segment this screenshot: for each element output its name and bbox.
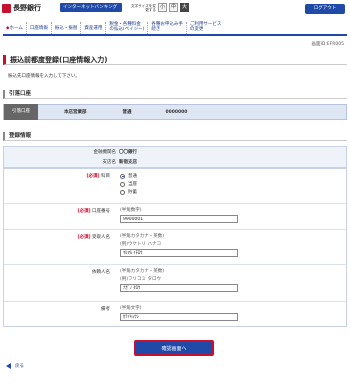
branch-name-key: 支店名 (102, 160, 117, 165)
instruction-text: 振込先口座情報を入力して下さい。 (8, 74, 80, 79)
nav-service-settings-line2: の変更 (189, 27, 204, 32)
requester-example: (例)フリコミ タロウ (120, 277, 161, 282)
nav-applications-line2: 続き (151, 27, 161, 32)
memo-key: 備考 (4, 302, 114, 326)
requester-name-input[interactable] (120, 284, 238, 292)
bank-name-row: 金融機関名 〇〇銀行 (4, 147, 346, 157)
header: 長野銀行 インターネットバンキング 文字サイズを変更する 小 中 大 ログアウト (0, 0, 350, 22)
nav-home-label: ホーム (9, 25, 23, 31)
recipient-row: [必須] 受取人名 (半角カタカナ・英数) (例)ウケトリ ハナコ (4, 230, 346, 265)
bank-logo: 長野銀行 (2, 3, 41, 13)
transfer-form: [必須] 科目 普通 当座 貯蓄 [必須] 口座番号 (半角数字) 990000… (3, 168, 347, 327)
font-size-small-button[interactable]: 小 (158, 3, 167, 12)
recipient-hint: (半角カタカナ・英数) (120, 234, 165, 239)
confirm-screen-button[interactable]: 確認画面へ (134, 340, 214, 356)
back-arrow-icon (6, 363, 11, 369)
recipient-cell: (半角カタカナ・英数) (例)ウケトリ ハナコ (114, 230, 238, 264)
debit-account-label: 引落口座 (4, 104, 38, 120)
account-number-row: [必須] 口座番号 (半角数字) (4, 204, 346, 230)
font-size-large-button[interactable]: 大 (180, 3, 189, 12)
requester-label: 依頼人名 (92, 270, 110, 275)
required-badge: [必須] (77, 235, 91, 240)
account-number-input[interactable] (120, 215, 238, 223)
registration-section-title: 登録情報 (3, 132, 347, 141)
radio-icon (120, 181, 125, 187)
bank-name: 長野銀行 (13, 4, 41, 12)
radio-selected-icon (120, 173, 125, 179)
branch-name-value: 新宿支店 (119, 160, 137, 165)
nav-service-settings[interactable]: ご利用サービス の変更 (187, 22, 225, 34)
branch-name-row: 支店名 新宿支店 (4, 157, 346, 167)
subject-option-label: 当座 (128, 182, 137, 187)
font-size-medium-button[interactable]: 中 (169, 3, 178, 12)
radio-icon (120, 189, 125, 195)
subject-option-futsu[interactable]: 普通 (120, 172, 137, 180)
account-number-cell: (半角数字) (114, 204, 238, 229)
subject-option-label: 貯蓄 (128, 190, 137, 195)
back-link-label: 戻る (15, 364, 24, 369)
internet-banking-banner: インターネットバンキング (60, 3, 122, 12)
back-link[interactable]: 戻る (6, 363, 24, 369)
recipient-name-input[interactable] (120, 249, 238, 257)
bank-name-value: 〇〇銀行 (119, 150, 137, 155)
subject-option-toza[interactable]: 当座 (120, 180, 137, 188)
subject-options: 普通 当座 貯蓄 (114, 169, 137, 203)
account-number-hint: (半角数字) (120, 208, 142, 213)
nav-home[interactable]: ◆ ホーム (3, 22, 27, 34)
memo-label: 備考 (101, 307, 110, 312)
requester-hint: (半角カタカナ・英数) (120, 269, 165, 274)
font-size-label: 文字サイズを変更する (130, 3, 156, 12)
debit-account-row: 引落口座 本店営業部 普通 0000000 (3, 104, 347, 120)
recipient-label: 受取人名 (92, 235, 110, 240)
requester-row: 依頼人名 (半角カタカナ・英数) (例)フリコミ タロウ (4, 265, 346, 302)
screen-id: 画面ID:EFR005 (311, 42, 344, 47)
nav-transfer[interactable]: 振込・振替 (52, 22, 82, 34)
memo-input[interactable] (120, 313, 238, 321)
recipient-example: (例)ウケトリ ハナコ (120, 242, 161, 247)
required-badge: [必須] (77, 209, 91, 214)
nav-applications[interactable]: 各種お申込み手 続き (148, 22, 187, 34)
required-badge: [必須] (86, 174, 100, 179)
memo-row: 備考 (半角文字) (4, 302, 346, 326)
debit-account-type: 普通 (122, 110, 132, 115)
subject-row: [必須] 科目 普通 当座 貯蓄 (4, 169, 346, 204)
font-size-switcher: 文字サイズを変更する 小 中 大 (128, 3, 189, 12)
account-number-key: [必須] 口座番号 (4, 204, 114, 229)
bank-logo-icon (2, 3, 11, 13)
debit-section-title: 引落口座 (3, 90, 347, 99)
memo-hint: (半角文字) (120, 306, 142, 311)
bank-name-key: 金融機関名 (93, 150, 117, 155)
subject-option-chochiku[interactable]: 貯蓄 (120, 188, 137, 196)
requester-cell: (半角カタカナ・英数) (例)フリコミ タロウ (114, 265, 238, 301)
debit-account-number: 0000000 (165, 109, 188, 115)
nav-account-info[interactable]: 口座情報 (27, 22, 52, 34)
nav-tax-payment[interactable]: 税金・各種料金 の払込(ペイジー) (106, 22, 149, 34)
memo-cell: (半角文字) (114, 302, 238, 326)
subject-key: [必須] 科目 (4, 169, 114, 203)
page-title: 振込前都度登録(口座情報入力) (3, 55, 347, 65)
recipient-key: [必須] 受取人名 (4, 230, 114, 264)
nav-tax-payment-line2: の払込(ペイジー) (109, 27, 145, 32)
bank-info-table: 金融機関名 〇〇銀行 支店名 新宿支店 (3, 146, 347, 168)
logout-button[interactable]: ログアウト (305, 4, 345, 14)
subject-option-label: 普通 (128, 174, 137, 179)
debit-branch: 本店営業部 (64, 110, 87, 115)
nav-asset-management[interactable]: 資産運用 (81, 22, 107, 34)
account-number-label: 口座番号 (92, 209, 110, 214)
requester-key: 依頼人名 (4, 265, 114, 301)
main-nav: ◆ ホーム 口座情報 振込・振替 資産運用 税金・各種料金 の払込(ペイジー) … (3, 22, 347, 36)
subject-label: 科目 (101, 174, 110, 179)
